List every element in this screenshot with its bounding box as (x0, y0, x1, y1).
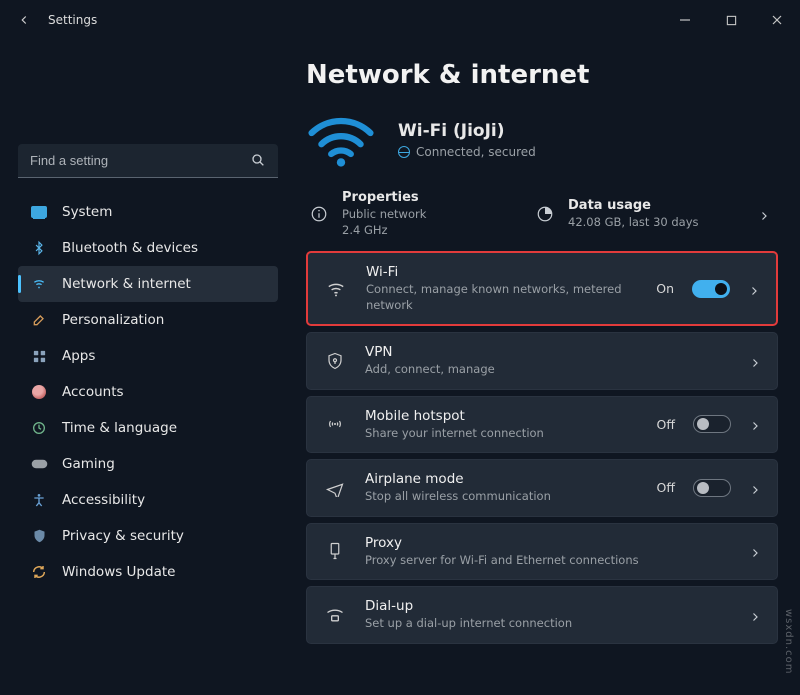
mobile-hotspot-card[interactable]: Mobile hotspot Share your internet conne… (306, 396, 778, 454)
wifi-icon (324, 281, 348, 297)
card-title: Dial-up (365, 598, 731, 614)
shield-icon (30, 527, 48, 545)
chevron-right-icon (749, 544, 763, 558)
clock-globe-icon (30, 419, 48, 437)
content-area: Network & internet Wi-Fi (JioJi) Connect… (288, 40, 800, 695)
titlebar: Settings (0, 0, 800, 40)
window-title: Settings (48, 13, 97, 27)
sidebar-item-accessibility[interactable]: Accessibility (18, 482, 278, 518)
sidebar-item-label: Gaming (62, 456, 115, 472)
sidebar-item-time-language[interactable]: Time & language (18, 410, 278, 446)
wifi-large-icon (306, 112, 376, 168)
maximize-button[interactable] (708, 0, 754, 40)
sidebar: System Bluetooth & devices Network & int… (0, 40, 288, 695)
wifi-card[interactable]: Wi-Fi Connect, manage known networks, me… (306, 251, 778, 326)
airplane-toggle[interactable] (693, 479, 731, 497)
sidebar-item-label: Accessibility (62, 492, 145, 508)
sidebar-item-gaming[interactable]: Gaming (18, 446, 278, 482)
search-input[interactable] (18, 144, 278, 178)
accounts-icon (30, 383, 48, 401)
chevron-right-icon (749, 481, 763, 495)
wifi-status-text: Connected, secured (416, 145, 536, 159)
card-subtitle: Add, connect, manage (365, 362, 731, 378)
data-usage-link[interactable]: Data usage 42.08 GB, last 30 days (534, 198, 744, 229)
system-icon (30, 203, 48, 221)
properties-link[interactable]: Properties Public network 2.4 GHz (308, 190, 520, 237)
globe-icon (398, 146, 410, 158)
sidebar-item-network[interactable]: Network & internet (18, 266, 278, 302)
chevron-right-icon (758, 207, 772, 221)
data-usage-title: Data usage (568, 198, 699, 213)
sidebar-item-system[interactable]: System (18, 194, 278, 230)
chevron-right-icon (749, 608, 763, 622)
airplane-mode-card[interactable]: Airplane mode Stop all wireless communic… (306, 459, 778, 517)
wifi-state-label: On (656, 281, 674, 296)
vpn-card[interactable]: VPN Add, connect, manage (306, 332, 778, 390)
card-subtitle: Stop all wireless communication (365, 489, 639, 505)
page-title: Network & internet (306, 60, 778, 90)
window-controls (662, 0, 800, 40)
chevron-right-icon (749, 354, 763, 368)
info-icon (308, 205, 330, 223)
airplane-state-label: Off (657, 480, 675, 495)
watermark: wsxdn.com (783, 609, 794, 675)
hotspot-icon (323, 415, 347, 433)
chevron-right-icon (749, 417, 763, 431)
card-subtitle: Proxy server for Wi-Fi and Ethernet conn… (365, 553, 731, 569)
proxy-icon (323, 541, 347, 561)
airplane-icon (323, 479, 347, 497)
sidebar-item-privacy[interactable]: Privacy & security (18, 518, 278, 554)
properties-title: Properties (342, 190, 426, 205)
wifi-toggle[interactable] (692, 280, 730, 298)
data-usage-icon (534, 205, 556, 223)
dialup-icon (323, 606, 347, 624)
hotspot-toggle[interactable] (693, 415, 731, 433)
sidebar-item-accounts[interactable]: Accounts (18, 374, 278, 410)
card-title: Airplane mode (365, 471, 639, 487)
minimize-button[interactable] (662, 0, 708, 40)
sidebar-item-apps[interactable]: Apps (18, 338, 278, 374)
paintbrush-icon (30, 311, 48, 329)
shield-lock-icon (323, 351, 347, 371)
wifi-network-name: Wi-Fi (JioJi) (398, 121, 536, 141)
sidebar-item-windows-update[interactable]: Windows Update (18, 554, 278, 590)
back-button[interactable] (16, 12, 32, 28)
hotspot-state-label: Off (657, 417, 675, 432)
chevron-right-icon (748, 282, 762, 296)
sidebar-item-label: Personalization (62, 312, 164, 328)
card-title: Mobile hotspot (365, 408, 639, 424)
accessibility-icon (30, 491, 48, 509)
wifi-icon (30, 275, 48, 293)
sidebar-item-personalization[interactable]: Personalization (18, 302, 278, 338)
search-box[interactable] (18, 144, 278, 178)
sidebar-item-label: Bluetooth & devices (62, 240, 198, 256)
proxy-card[interactable]: Proxy Proxy server for Wi-Fi and Etherne… (306, 523, 778, 581)
gaming-icon (30, 455, 48, 473)
close-button[interactable] (754, 0, 800, 40)
bluetooth-icon (30, 239, 48, 257)
card-subtitle: Connect, manage known networks, metered … (366, 282, 638, 313)
sidebar-item-label: Accounts (62, 384, 124, 400)
search-icon (250, 152, 266, 172)
wifi-status-hero: Wi-Fi (JioJi) Connected, secured (306, 112, 778, 168)
card-subtitle: Share your internet connection (365, 426, 639, 442)
sidebar-item-label: Network & internet (62, 276, 191, 292)
sidebar-item-label: Apps (62, 348, 95, 364)
sidebar-item-label: Windows Update (62, 564, 175, 580)
card-title: Wi-Fi (366, 264, 638, 280)
sidebar-item-label: Time & language (62, 420, 177, 436)
sidebar-item-bluetooth[interactable]: Bluetooth & devices (18, 230, 278, 266)
card-title: Proxy (365, 535, 731, 551)
card-title: VPN (365, 344, 731, 360)
update-icon (30, 563, 48, 581)
dialup-card[interactable]: Dial-up Set up a dial-up internet connec… (306, 586, 778, 644)
card-subtitle: Set up a dial-up internet connection (365, 616, 731, 632)
apps-icon (30, 347, 48, 365)
sidebar-item-label: System (62, 204, 112, 220)
sidebar-item-label: Privacy & security (62, 528, 184, 544)
